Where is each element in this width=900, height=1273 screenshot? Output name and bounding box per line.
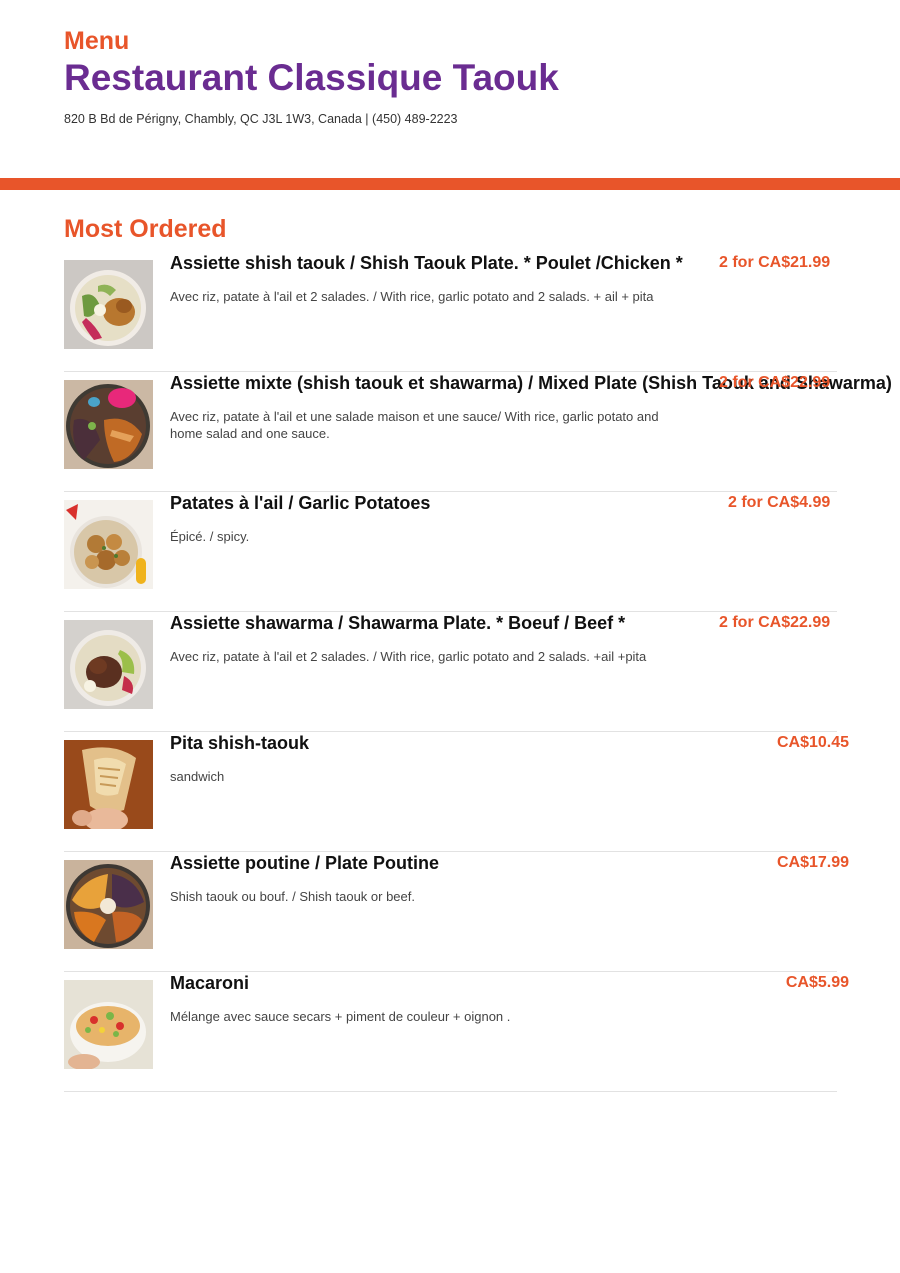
menu-item-description: Avec riz, patate à l'ail et 2 salades. /…: [170, 289, 654, 304]
menu-item[interactable]: Assiette mixte (shish taouk et shawarma)…: [64, 372, 892, 492]
shawarma-plate-image: [64, 620, 153, 709]
menu-item[interactable]: Assiette shawarma / Shawarma Plate. * Bo…: [64, 612, 837, 732]
menu-item-price: 2 for CA$21.99: [719, 254, 831, 271]
menu-item-description: Shish taouk ou bouf. / Shish taouk or be…: [170, 889, 415, 904]
restaurant-address: 820 B Bd de Périgny, Chambly, QC J3L 1W3…: [64, 112, 458, 126]
menu-item-price: CA$5.99: [785, 974, 849, 991]
menu-item-price: 2 for CA$22.99: [719, 374, 831, 391]
menu-item-title: Pita shish-taouk: [170, 733, 310, 753]
chicken-plate-image: [64, 260, 153, 349]
section-title: Most Ordered: [64, 215, 227, 243]
menu-item[interactable]: Macaroni Mélange avec sauce secars + pim…: [64, 972, 849, 1092]
menu-item-title: Macaroni: [170, 973, 250, 993]
menu-item-description: Avec riz, patate à l'ail et une salade m…: [170, 409, 659, 441]
pita-wrap-image: [64, 740, 153, 829]
restaurant-name: Restaurant Classique Taouk: [64, 57, 559, 98]
menu-label: Menu: [64, 27, 130, 55]
menu-item-description: sandwich: [170, 769, 225, 784]
menu-header: Menu Restaurant Classique Taouk 820 B Bd…: [64, 26, 844, 126]
menu-item-price: CA$17.99: [776, 854, 849, 871]
menu-item[interactable]: Pita shish-taouk sandwich CA$10.45: [64, 732, 849, 852]
menu-item-title: Assiette poutine / Plate Poutine: [170, 853, 440, 873]
mixed-plate-image: [64, 380, 153, 469]
menu-item-price: 2 for CA$4.99: [728, 494, 831, 511]
menu-item[interactable]: Assiette poutine / Plate Poutine Shish t…: [64, 852, 849, 972]
garlic-potatoes-image: [64, 500, 153, 589]
macaroni-salad-image: [64, 980, 153, 1069]
menu-item[interactable]: Patates à l'ail / Garlic Potatoes Épicé.…: [64, 492, 837, 612]
menu-items-list: Assiette shish taouk / Shish Taouk Plate…: [64, 252, 900, 1092]
menu-item-title: Assiette shish taouk / Shish Taouk Plate…: [170, 253, 683, 273]
menu-item-description: Mélange avec sauce secars + piment de co…: [170, 1009, 511, 1024]
poutine-plate-image: [64, 860, 153, 949]
menu-item-price: 2 for CA$22.99: [719, 614, 831, 631]
menu-item-price: CA$10.45: [776, 734, 849, 751]
menu-item-description: Épicé. / spicy.: [170, 529, 250, 544]
accent-divider: [0, 178, 900, 190]
menu-item[interactable]: Assiette shish taouk / Shish Taouk Plate…: [64, 252, 837, 372]
menu-item-title: Assiette shawarma / Shawarma Plate. * Bo…: [170, 613, 626, 633]
menu-item-title: Patates à l'ail / Garlic Potatoes: [170, 493, 431, 513]
menu-item-description: Avec riz, patate à l'ail et 2 salades. /…: [170, 649, 647, 664]
